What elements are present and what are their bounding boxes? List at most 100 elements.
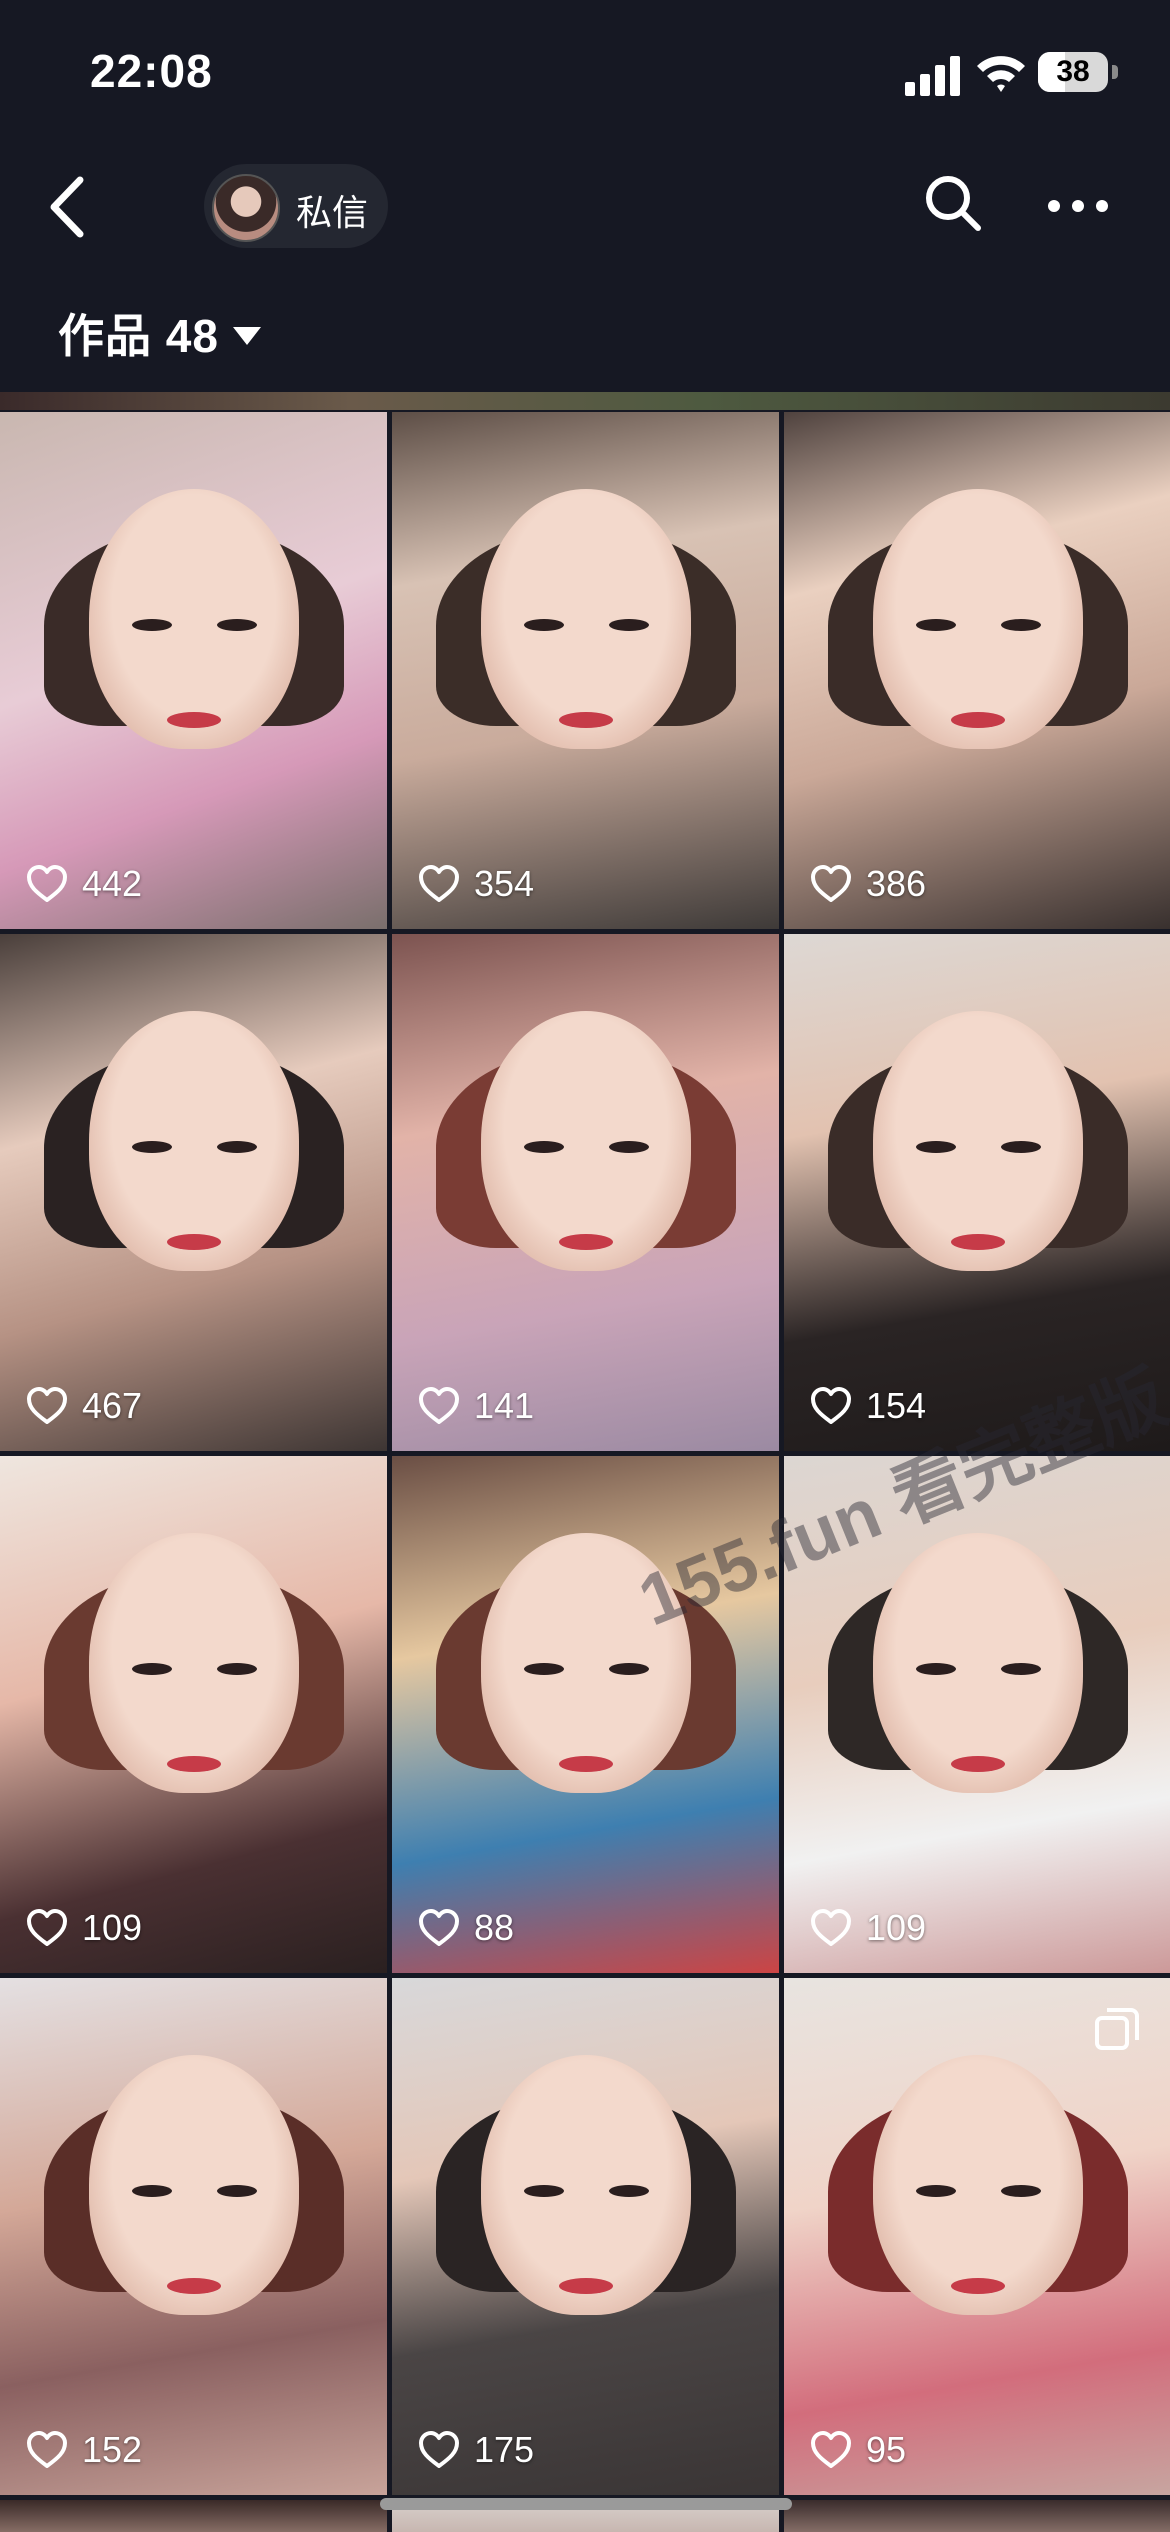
thumbnail-eye	[216, 1662, 257, 1675]
thumbnail-eye	[1000, 618, 1041, 631]
video-tile[interactable]: 386	[784, 412, 1170, 929]
thumbnail-eye	[1000, 2184, 1041, 2197]
like-count-value: 175	[474, 2429, 535, 2470]
like-count: 175	[418, 2429, 534, 2471]
like-count: 467	[26, 1385, 142, 1427]
avatar	[212, 174, 280, 242]
thumbnail-lips	[166, 711, 221, 728]
thumbnail-eye	[523, 2184, 564, 2197]
like-count: 109	[26, 1907, 142, 1949]
video-tile[interactable]: 467	[0, 934, 387, 1451]
thumbnail-eye	[131, 1140, 172, 1153]
thumbnail-lips	[558, 1233, 613, 1250]
thumbnail-eye	[216, 2184, 257, 2197]
works-tab[interactable]: 作品 48	[58, 300, 261, 366]
heart-icon	[811, 2431, 851, 2468]
thumbnail-face	[88, 488, 299, 749]
thumbnail-lips	[950, 2277, 1005, 2294]
wifi-icon	[977, 56, 1025, 92]
video-tile[interactable]: 152	[0, 1978, 387, 2495]
video-tile-partial[interactable]	[0, 2500, 387, 2532]
heart-icon	[419, 865, 459, 902]
back-chevron-icon[interactable]	[44, 172, 94, 242]
cellular-signal-icon	[905, 56, 960, 96]
thumbnail-eye	[1000, 1662, 1041, 1675]
thumbnail-lips	[950, 1233, 1005, 1250]
like-count: 95	[810, 2429, 906, 2471]
thumbnail-eye	[131, 2184, 172, 2197]
like-count: 154	[810, 1385, 926, 1427]
thumbnail-eye	[523, 1662, 564, 1675]
thumbnail-eye	[131, 618, 172, 631]
thumbnail-eye	[915, 618, 956, 631]
thumbnail-lips	[950, 711, 1005, 728]
thumbnail-eye	[608, 1140, 649, 1153]
heart-icon	[27, 2431, 67, 2468]
like-count-value: 386	[866, 863, 927, 904]
heart-icon	[811, 865, 851, 902]
thumbnail-eye	[131, 1662, 172, 1675]
like-count-value: 354	[474, 863, 535, 904]
thumbnail-lips	[166, 1233, 221, 1250]
video-tile[interactable]: 354	[392, 412, 779, 929]
heart-icon	[419, 2431, 459, 2468]
direct-message-label: 私信	[296, 192, 369, 233]
heart-icon	[27, 1909, 67, 1946]
direct-message-button[interactable]: 私信	[204, 164, 388, 248]
video-tile[interactable]: 109	[0, 1456, 387, 1973]
thumbnail-eye	[608, 618, 649, 631]
thumbnail-lips	[558, 711, 613, 728]
thumbnail-eye	[608, 2184, 649, 2197]
thumbnail-lips	[558, 1755, 613, 1772]
thumbnail-face	[480, 1010, 691, 1271]
like-count-value: 95	[866, 2429, 907, 2470]
like-count-value: 109	[82, 1907, 143, 1948]
video-tile[interactable]: 95	[784, 1978, 1170, 2495]
thumbnail-eye	[523, 1140, 564, 1153]
partial-row-top	[0, 392, 1170, 410]
more-options-icon[interactable]	[1046, 188, 1110, 224]
like-count: 354	[418, 863, 534, 905]
thumbnail-eye	[523, 618, 564, 631]
thumbnail-eye	[608, 1662, 649, 1675]
thumbnail-face	[88, 1532, 299, 1793]
video-tile[interactable]: 175	[392, 1978, 779, 2495]
heart-icon	[419, 1909, 459, 1946]
video-tile[interactable]: 442	[0, 412, 387, 929]
video-tile-partial[interactable]	[784, 2500, 1170, 2532]
like-count-value: 442	[82, 863, 143, 904]
like-count: 386	[810, 863, 926, 905]
thumbnail-lips	[950, 1755, 1005, 1772]
thumbnail-eye	[216, 1140, 257, 1153]
thumbnail-face	[88, 2054, 299, 2315]
heart-icon	[27, 1387, 67, 1424]
multi-image-icon	[1095, 2008, 1139, 2050]
like-count-value: 154	[866, 1385, 927, 1426]
thumbnail-eye	[915, 1662, 956, 1675]
like-count: 141	[418, 1385, 534, 1427]
dropdown-caret-icon	[232, 326, 261, 345]
thumbnail-lips	[166, 1755, 221, 1772]
battery-level: 38	[1056, 55, 1090, 88]
like-count: 88	[418, 1907, 514, 1949]
like-count-value: 88	[474, 1907, 515, 1948]
heart-icon	[27, 865, 67, 902]
thumbnail-face	[872, 488, 1083, 749]
heart-icon	[811, 1909, 851, 1946]
like-count: 442	[26, 863, 142, 905]
like-count: 152	[26, 2429, 142, 2471]
works-tab-label: 作品 48	[58, 310, 219, 362]
thumbnail-face	[480, 2054, 691, 2315]
video-tile[interactable]: 141	[392, 934, 779, 1451]
like-count: 109	[810, 1907, 926, 1949]
heart-icon	[419, 1387, 459, 1424]
thumbnail-face	[480, 488, 691, 749]
thumbnail-eye	[1000, 1140, 1041, 1153]
thumbnail-lips	[558, 2277, 613, 2294]
status-bar: 22:08 38	[0, 0, 1170, 150]
home-indicator[interactable]	[380, 2498, 792, 2510]
thumbnail-lips	[166, 2277, 221, 2294]
heart-icon	[811, 1387, 851, 1424]
search-icon[interactable]	[922, 172, 984, 234]
thumbnail-face	[88, 1010, 299, 1271]
